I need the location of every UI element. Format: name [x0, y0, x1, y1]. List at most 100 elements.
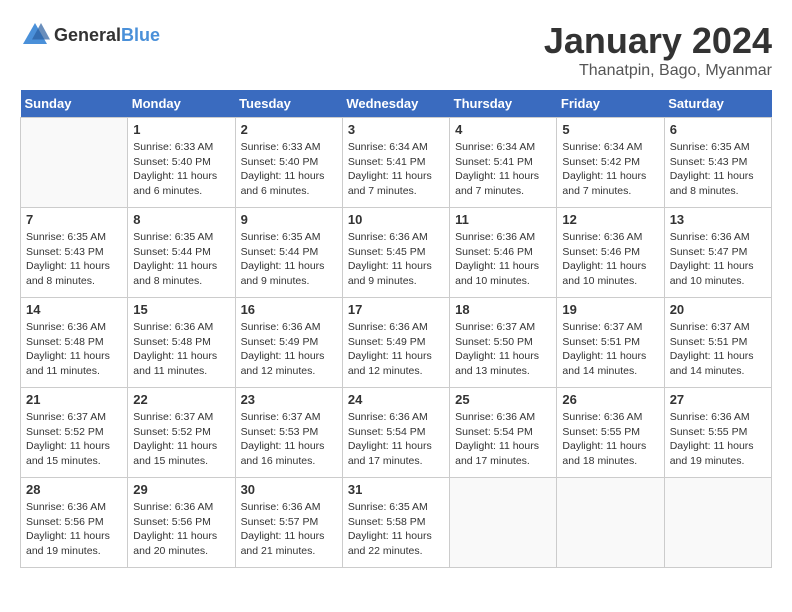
day-info: Sunrise: 6:36 AM Sunset: 5:57 PM Dayligh…: [241, 500, 337, 559]
day-info: Sunrise: 6:36 AM Sunset: 5:54 PM Dayligh…: [348, 410, 444, 469]
day-info: Sunrise: 6:37 AM Sunset: 5:51 PM Dayligh…: [562, 320, 658, 379]
calendar-cell: 12 Sunrise: 6:36 AM Sunset: 5:46 PM Dayli…: [557, 208, 664, 298]
day-number: 2: [241, 122, 337, 137]
day-number: 10: [348, 212, 444, 227]
day-info: Sunrise: 6:37 AM Sunset: 5:51 PM Dayligh…: [670, 320, 766, 379]
day-number: 16: [241, 302, 337, 317]
day-number: 31: [348, 482, 444, 497]
calendar-cell: 31 Sunrise: 6:35 AM Sunset: 5:58 PM Dayli…: [342, 478, 449, 568]
calendar-cell: 17 Sunrise: 6:36 AM Sunset: 5:49 PM Dayli…: [342, 298, 449, 388]
day-number: 28: [26, 482, 122, 497]
day-number: 18: [455, 302, 551, 317]
day-number: 7: [26, 212, 122, 227]
calendar-cell: 29Sunrise: 6:36 AM Sunset: 5:56 PM Dayli…: [128, 478, 235, 568]
calendar-cell: [21, 118, 128, 208]
day-info: Sunrise: 6:34 AM Sunset: 5:41 PM Dayligh…: [348, 140, 444, 199]
calendar-cell: 26 Sunrise: 6:36 AM Sunset: 5:55 PM Dayli…: [557, 388, 664, 478]
calendar-cell: 7 Sunrise: 6:35 AM Sunset: 5:43 PM Daylig…: [21, 208, 128, 298]
calendar-cell: 4Sunrise: 6:34 AM Sunset: 5:41 PM Daylig…: [450, 118, 557, 208]
calendar-table: SundayMondayTuesdayWednesdayThursdayFrid…: [20, 90, 772, 568]
day-number: 14: [26, 302, 122, 317]
weekday-header-thursday: Thursday: [450, 90, 557, 118]
day-number: 25: [455, 392, 551, 407]
page-header: GeneralBlue January 2024 Thanatpin, Bago…: [20, 20, 772, 80]
day-number: 12: [562, 212, 658, 227]
day-info: Sunrise: 6:35 AM Sunset: 5:44 PM Dayligh…: [133, 230, 229, 289]
day-info: Sunrise: 6:36 AM Sunset: 5:49 PM Dayligh…: [241, 320, 337, 379]
day-number: 26: [562, 392, 658, 407]
day-number: 27: [670, 392, 766, 407]
weekday-header-saturday: Saturday: [664, 90, 771, 118]
week-row-4: 21 Sunrise: 6:37 AM Sunset: 5:52 PM Dayli…: [21, 388, 772, 478]
weekday-header-sunday: Sunday: [21, 90, 128, 118]
calendar-cell: 6 Sunrise: 6:35 AM Sunset: 5:43 PM Daylig…: [664, 118, 771, 208]
month-title: January 2024: [544, 20, 772, 62]
day-number: 30: [241, 482, 337, 497]
day-info: Sunrise: 6:36 AM Sunset: 5:46 PM Dayligh…: [455, 230, 551, 289]
calendar-cell: 21 Sunrise: 6:37 AM Sunset: 5:52 PM Dayli…: [21, 388, 128, 478]
calendar-cell: 18 Sunrise: 6:37 AM Sunset: 5:50 PM Dayli…: [450, 298, 557, 388]
day-info: Sunrise: 6:36 AM Sunset: 5:45 PM Dayligh…: [348, 230, 444, 289]
location-title: Thanatpin, Bago, Myanmar: [544, 62, 772, 80]
weekday-header-monday: Monday: [128, 90, 235, 118]
day-info: Sunrise: 6:37 AM Sunset: 5:52 PM Dayligh…: [133, 410, 229, 469]
day-number: 29: [133, 482, 229, 497]
week-row-5: 28 Sunrise: 6:36 AM Sunset: 5:56 PM Dayli…: [21, 478, 772, 568]
calendar-cell: 1 Sunrise: 6:33 AM Sunset: 5:40 PM Daylig…: [128, 118, 235, 208]
calendar-cell: 9Sunrise: 6:35 AM Sunset: 5:44 PM Daylig…: [235, 208, 342, 298]
day-info: Sunrise: 6:37 AM Sunset: 5:53 PM Dayligh…: [241, 410, 337, 469]
day-number: 13: [670, 212, 766, 227]
calendar-cell: 11 Sunrise: 6:36 AM Sunset: 5:46 PM Dayli…: [450, 208, 557, 298]
day-number: 1: [133, 122, 229, 137]
day-info: Sunrise: 6:36 AM Sunset: 5:49 PM Dayligh…: [348, 320, 444, 379]
week-row-3: 14 Sunrise: 6:36 AM Sunset: 5:48 PM Dayli…: [21, 298, 772, 388]
logo: GeneralBlue: [20, 20, 160, 50]
day-info: Sunrise: 6:36 AM Sunset: 5:47 PM Dayligh…: [670, 230, 766, 289]
logo-general-text: General: [54, 25, 121, 45]
calendar-cell: 19 Sunrise: 6:37 AM Sunset: 5:51 PM Dayli…: [557, 298, 664, 388]
day-number: 20: [670, 302, 766, 317]
calendar-cell: [557, 478, 664, 568]
weekday-header-wednesday: Wednesday: [342, 90, 449, 118]
day-number: 5: [562, 122, 658, 137]
calendar-cell: 16 Sunrise: 6:36 AM Sunset: 5:49 PM Dayli…: [235, 298, 342, 388]
day-number: 3: [348, 122, 444, 137]
calendar-cell: [450, 478, 557, 568]
weekday-header-row: SundayMondayTuesdayWednesdayThursdayFrid…: [21, 90, 772, 118]
day-info: Sunrise: 6:36 AM Sunset: 5:48 PM Dayligh…: [26, 320, 122, 379]
calendar-cell: 14 Sunrise: 6:36 AM Sunset: 5:48 PM Dayli…: [21, 298, 128, 388]
calendar-cell: 8Sunrise: 6:35 AM Sunset: 5:44 PM Daylig…: [128, 208, 235, 298]
day-number: 4: [455, 122, 551, 137]
logo-blue-text: Blue: [121, 25, 160, 45]
day-number: 17: [348, 302, 444, 317]
day-info: Sunrise: 6:36 AM Sunset: 5:46 PM Dayligh…: [562, 230, 658, 289]
day-info: Sunrise: 6:37 AM Sunset: 5:50 PM Dayligh…: [455, 320, 551, 379]
day-info: Sunrise: 6:35 AM Sunset: 5:58 PM Dayligh…: [348, 500, 444, 559]
day-number: 11: [455, 212, 551, 227]
calendar-cell: 3 Sunrise: 6:34 AM Sunset: 5:41 PM Daylig…: [342, 118, 449, 208]
calendar-cell: [664, 478, 771, 568]
day-info: Sunrise: 6:35 AM Sunset: 5:43 PM Dayligh…: [670, 140, 766, 199]
weekday-header-friday: Friday: [557, 90, 664, 118]
day-info: Sunrise: 6:35 AM Sunset: 5:43 PM Dayligh…: [26, 230, 122, 289]
day-info: Sunrise: 6:36 AM Sunset: 5:55 PM Dayligh…: [562, 410, 658, 469]
day-number: 19: [562, 302, 658, 317]
day-info: Sunrise: 6:36 AM Sunset: 5:54 PM Dayligh…: [455, 410, 551, 469]
day-number: 21: [26, 392, 122, 407]
day-info: Sunrise: 6:37 AM Sunset: 5:52 PM Dayligh…: [26, 410, 122, 469]
calendar-cell: 30 Sunrise: 6:36 AM Sunset: 5:57 PM Dayli…: [235, 478, 342, 568]
calendar-cell: 13 Sunrise: 6:36 AM Sunset: 5:47 PM Dayli…: [664, 208, 771, 298]
day-info: Sunrise: 6:33 AM Sunset: 5:40 PM Dayligh…: [133, 140, 229, 199]
calendar-cell: 15Sunrise: 6:36 AM Sunset: 5:48 PM Dayli…: [128, 298, 235, 388]
day-number: 15: [133, 302, 229, 317]
day-number: 6: [670, 122, 766, 137]
day-info: Sunrise: 6:36 AM Sunset: 5:56 PM Dayligh…: [26, 500, 122, 559]
day-number: 9: [241, 212, 337, 227]
title-block: January 2024 Thanatpin, Bago, Myanmar: [544, 20, 772, 80]
week-row-2: 7 Sunrise: 6:35 AM Sunset: 5:43 PM Daylig…: [21, 208, 772, 298]
calendar-cell: 20 Sunrise: 6:37 AM Sunset: 5:51 PM Dayli…: [664, 298, 771, 388]
calendar-cell: 22 Sunrise: 6:37 AM Sunset: 5:52 PM Dayli…: [128, 388, 235, 478]
day-number: 22: [133, 392, 229, 407]
calendar-cell: 25 Sunrise: 6:36 AM Sunset: 5:54 PM Dayli…: [450, 388, 557, 478]
calendar-cell: 5Sunrise: 6:34 AM Sunset: 5:42 PM Daylig…: [557, 118, 664, 208]
